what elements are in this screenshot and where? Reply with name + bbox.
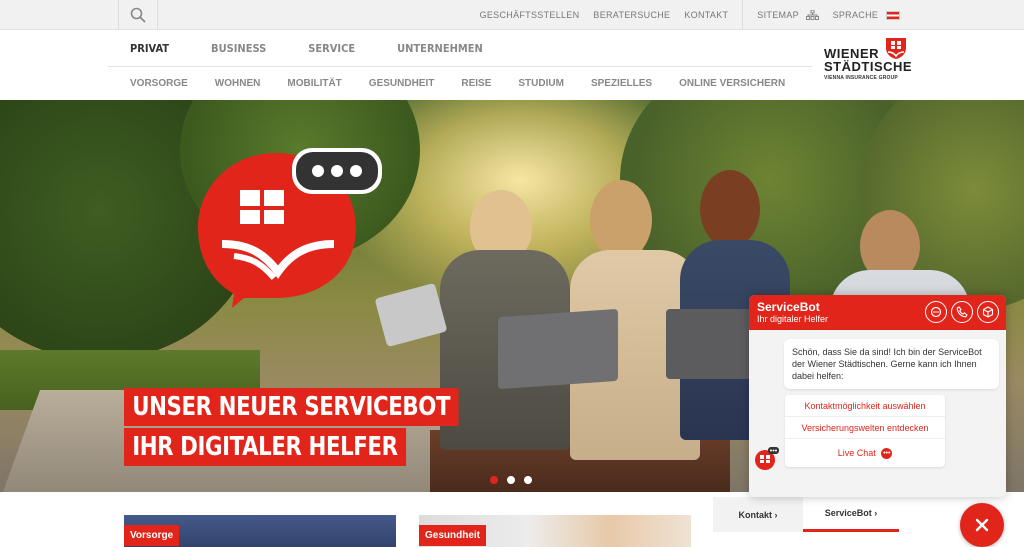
contact-tab-label: Kontakt › — [738, 509, 778, 520]
language-label: SPRACHE — [832, 9, 879, 20]
chat-option-kontakt[interactable]: Kontaktmöglichkeit auswählen — [785, 395, 945, 417]
servicebot-chat-panel: ServiceBot Ihr digitaler Helfer Schön, d… — [749, 295, 1006, 497]
nav-unternehmen[interactable]: UNTERNEHMEN — [397, 42, 483, 55]
sitemap-label: SITEMAP — [757, 9, 799, 20]
logo-line3: VIENNA INSURANCE GROUP — [824, 75, 898, 81]
servicebot-emblem-icon — [198, 148, 382, 308]
chat-message-button[interactable] — [925, 301, 947, 323]
chat-option-live-chat[interactable]: Live Chat ••• — [785, 439, 945, 467]
sitemap-icon — [805, 9, 819, 21]
carousel-dot-2[interactable] — [507, 476, 515, 484]
hero-headline-1: UNSER NEUER SERVICEBOT — [124, 388, 459, 426]
search-icon — [130, 7, 146, 23]
close-chat-button[interactable] — [960, 503, 1004, 547]
subnav-wohnen[interactable]: WOHNEN — [215, 78, 261, 89]
live-chat-icon: ••• — [881, 448, 893, 460]
link-kontakt[interactable]: KONTAKT — [684, 10, 728, 20]
subnav-vorsorge[interactable]: VORSORGE — [130, 78, 188, 89]
hero-photo-laptop — [666, 309, 756, 379]
subnav-gesundheit[interactable]: GESUNDHEIT — [369, 78, 435, 89]
servicebot-avatar-icon — [755, 447, 779, 470]
tile-vorsorge[interactable]: Vorsorge — [124, 515, 396, 547]
tile-tag: Vorsorge — [124, 525, 180, 546]
carousel-dot-3[interactable] — [524, 476, 532, 484]
hero-photo-person — [590, 180, 652, 260]
nav-service[interactable]: SERVICE — [308, 42, 355, 55]
link-sitemap[interactable]: SITEMAP — [757, 9, 819, 21]
chat-bot-message: Schön, dass Sie da sind! Ich bin der Ser… — [784, 339, 999, 389]
link-beratersuche[interactable]: BERATERSUCHE — [593, 10, 670, 20]
live-chat-label: Live Chat — [837, 448, 876, 458]
chat-options: Kontaktmöglichkeit auswählen Versicherun… — [785, 395, 945, 467]
contact-tab-kontakt[interactable]: Kontakt › — [713, 497, 803, 532]
phone-icon — [956, 306, 968, 318]
subnav-mobilitaet[interactable]: MOBILITÄT — [287, 78, 341, 89]
utility-bar: GESCHÄFTSSTELLEN BERATERSUCHE KONTAKT SI… — [0, 0, 1024, 30]
search-button[interactable] — [118, 0, 158, 30]
hero-headline-2: IHR DIGITALER HELFER — [124, 428, 406, 466]
sub-nav: VORSORGE WOHNEN MOBILITÄT GESUNDHEIT REI… — [130, 67, 812, 100]
chat-box-button[interactable] — [977, 301, 999, 323]
carousel-dots — [490, 476, 532, 484]
hero-photo-person — [700, 170, 760, 248]
chat-call-button[interactable] — [951, 301, 973, 323]
chat-header: ServiceBot Ihr digitaler Helfer — [749, 295, 1006, 330]
language-selector[interactable]: SPRACHE — [832, 9, 900, 21]
carousel-dot-1[interactable] — [490, 476, 498, 484]
nav-privat[interactable]: PRIVAT — [130, 42, 169, 55]
chat-option-versicherungswelten[interactable]: Versicherungswelten entdecken — [785, 417, 945, 439]
chat-subtitle: Ihr digitaler Helfer — [757, 314, 829, 324]
cube-icon — [982, 306, 994, 318]
subnav-online-versichern[interactable]: ONLINE VERSICHERN — [679, 78, 785, 89]
austria-flag-icon — [886, 11, 900, 21]
brand-emblem-icon — [886, 38, 906, 59]
chat-title: ServiceBot — [757, 300, 820, 314]
divider — [742, 0, 744, 30]
subnav-reise[interactable]: REISE — [461, 78, 491, 89]
link-geschaeftsstellen[interactable]: GESCHÄFTSSTELLEN — [480, 10, 580, 20]
nav-business[interactable]: BUSINESS — [211, 42, 266, 55]
subnav-studium[interactable]: STUDIUM — [518, 78, 564, 89]
wiener-staedtische-logo[interactable]: WIENER STÄDTISCHE VIENNA INSURANCE GROUP — [824, 36, 913, 92]
contact-tab-servicebot[interactable]: ServiceBot › — [803, 497, 899, 532]
close-icon — [975, 518, 989, 532]
hero-photo-laptop — [498, 308, 618, 390]
chat-bubble-icon — [930, 306, 942, 318]
utility-links: GESCHÄFTSSTELLEN BERATERSUCHE KONTAKT SI… — [480, 0, 1024, 30]
logo-line2: STÄDTISCHE — [824, 59, 913, 74]
contact-tab-label: ServiceBot › — [824, 508, 878, 518]
tile-tag: Gesundheit — [419, 525, 487, 546]
tile-gesundheit[interactable]: Gesundheit — [419, 515, 691, 547]
main-nav: PRIVAT BUSINESS SERVICE UNTERNEHMEN — [130, 30, 525, 66]
subnav-spezielles[interactable]: SPEZIELLES — [591, 78, 652, 89]
